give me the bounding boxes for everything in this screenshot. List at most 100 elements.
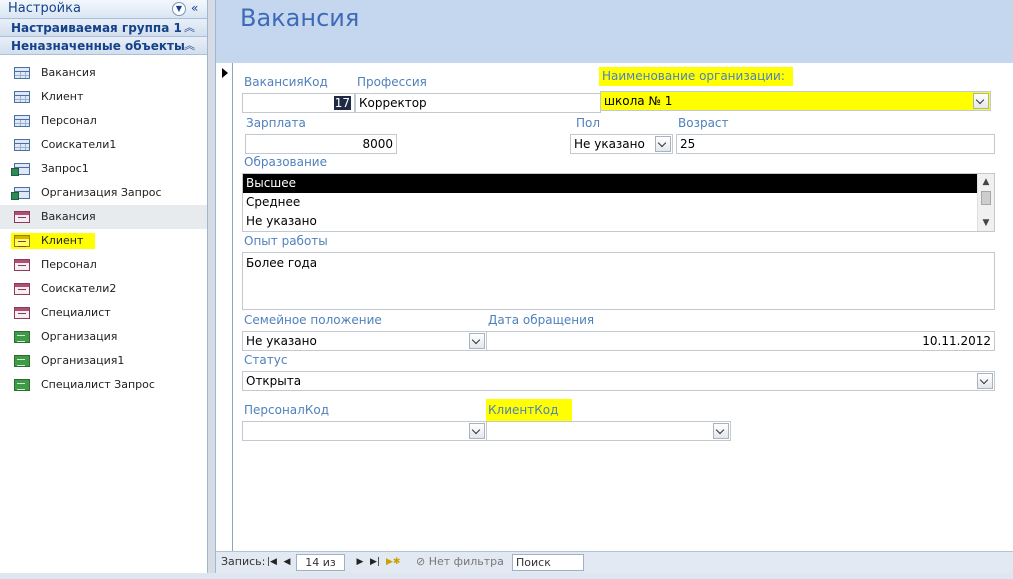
form-detail: ВакансияКод 17 Профессия Корректор Наиме… [234, 63, 1013, 551]
first-record-icon[interactable]: |◀ [266, 555, 278, 569]
nav-item-form-personal[interactable]: Персонал [0, 253, 207, 277]
chevron-down-icon[interactable] [973, 93, 989, 109]
age-field[interactable]: 25 [676, 134, 995, 154]
navigation-pane: Настройка ▼ « Настраиваемая группа 1 ︽ Н… [0, 0, 208, 579]
education-option[interactable]: Среднее [243, 193, 994, 212]
education-option[interactable]: Высшее [243, 174, 977, 193]
form-icon [14, 283, 30, 295]
client-code-combo[interactable] [486, 421, 731, 441]
nav-group-unassigned[interactable]: Неназначенные объекты ︽ [0, 37, 207, 55]
marital-status-label: Семейное положение [244, 313, 382, 327]
nav-item-label: Специалист [41, 306, 111, 319]
chevron-down-icon[interactable] [977, 373, 993, 389]
nav-group-label: Неназначенные объекты [11, 39, 185, 53]
new-record-icon[interactable]: ▶✱ [386, 555, 400, 569]
organization-combo[interactable]: школа № 1 [600, 91, 991, 111]
nav-item-label: Вакансия [41, 66, 96, 79]
report-icon [14, 379, 30, 391]
record-position-input[interactable]: 14 из 14 [296, 554, 345, 579]
organization-value: школа № 1 [604, 94, 673, 108]
status-label: Статус [244, 353, 288, 367]
search-input[interactable]: Поиск [512, 554, 584, 571]
vacancy-code-field[interactable]: 17 [242, 93, 355, 113]
nav-item-label: Клиент [41, 234, 84, 247]
request-date-value: 10.11.2012 [922, 334, 991, 348]
nav-item-form-soiskateli2[interactable]: Соискатели2 [0, 277, 207, 301]
nav-pane-header[interactable]: Настройка ▼ « [0, 0, 207, 19]
vacancy-code-label: ВакансияКод [244, 75, 328, 89]
query-icon [11, 163, 30, 176]
table-icon [14, 139, 30, 151]
nav-item-report-specialist-zapros[interactable]: Специалист Запрос [0, 373, 207, 397]
form-icon [14, 235, 30, 247]
age-value: 25 [680, 137, 696, 151]
nav-item-report-organizaciya1[interactable]: Организация1 [0, 349, 207, 373]
nav-item-label: Организация [41, 330, 118, 343]
scroll-down-icon[interactable]: ▼ [978, 215, 994, 231]
previous-record-icon[interactable]: ◀ [281, 555, 293, 569]
nav-item-table-personal[interactable]: Персонал [0, 109, 207, 133]
gender-combo[interactable]: Не указано [570, 134, 673, 154]
vacancy-code-value: 17 [333, 96, 351, 110]
scroll-up-icon[interactable]: ▲ [978, 174, 994, 190]
form-icon [14, 211, 30, 223]
nav-item-form-klient[interactable]: Клиент [0, 229, 207, 253]
nav-item-report-organizaciya[interactable]: Организация [0, 325, 207, 349]
query-icon [11, 187, 30, 200]
profession-field[interactable]: Корректор [355, 93, 601, 113]
education-listbox[interactable]: Высшее Среднее Не указано ▲ ▼ [242, 173, 995, 232]
gender-label: Пол [576, 116, 601, 130]
nav-item-label: Соискатели2 [41, 282, 117, 295]
education-option[interactable]: Не указано [243, 212, 994, 231]
nav-item-label: Клиент [41, 90, 84, 103]
scroll-thumb[interactable] [981, 191, 991, 205]
filter-off-icon: ⊘ [416, 555, 429, 568]
last-record-icon[interactable]: ▶| [369, 555, 381, 569]
nav-item-form-specialist[interactable]: Специалист [0, 301, 207, 325]
age-label: Возраст [678, 116, 729, 130]
status-combo[interactable]: Открыта [242, 371, 995, 391]
nav-item-label: Организация Запрос [41, 186, 162, 199]
salary-label: Зарплата [246, 116, 306, 130]
filter-status-button[interactable]: ⊘ Нет фильтра [416, 555, 504, 568]
nav-item-table-soiskateli1[interactable]: Соискатели1 [0, 133, 207, 157]
request-date-field[interactable]: 10.11.2012 [486, 331, 995, 351]
form-header: Вакансия [216, 0, 1013, 63]
chevron-up-icon[interactable]: ︽ [184, 37, 195, 55]
client-code-label: КлиентКод [488, 403, 559, 417]
nav-item-query-zapros1[interactable]: Запрос1 [0, 157, 207, 181]
nav-item-label: Соискатели1 [41, 138, 117, 151]
chevron-down-icon[interactable] [655, 136, 671, 152]
nav-item-label: Специалист Запрос [41, 378, 155, 391]
chevron-down-icon[interactable] [713, 423, 729, 439]
salary-field[interactable]: 8000 [245, 134, 397, 154]
chevron-down-icon[interactable] [469, 423, 485, 439]
table-icon [14, 67, 30, 79]
report-icon [14, 355, 30, 367]
form-icon [14, 259, 30, 271]
nav-item-form-vakansiya[interactable]: Вакансия [0, 205, 207, 229]
staff-code-combo[interactable] [242, 421, 487, 441]
nav-item-label: Вакансия [41, 210, 96, 223]
chevron-down-icon[interactable] [469, 333, 485, 349]
education-scrollbar[interactable]: ▲ ▼ [977, 174, 994, 231]
status-bar [0, 573, 1013, 579]
nav-group-custom-1[interactable]: Настраиваемая группа 1 ︽ [0, 19, 207, 37]
nav-item-table-klient[interactable]: Клиент [0, 85, 207, 109]
nav-group-label: Настраиваемая группа 1 [11, 21, 182, 35]
nav-menu-dropdown-icon[interactable]: ▼ [172, 2, 186, 16]
salary-value: 8000 [362, 137, 393, 151]
marital-status-value: Не указано [246, 334, 317, 348]
form-title: Вакансия [240, 4, 360, 32]
collapse-pane-icon[interactable]: « [191, 1, 198, 15]
next-record-icon[interactable]: ▶ [354, 555, 366, 569]
pane-splitter[interactable] [208, 0, 216, 579]
nav-item-table-vakansiya[interactable]: Вакансия [0, 61, 207, 85]
nav-pane-title: Настройка [8, 1, 81, 16]
nav-item-query-organizaciya[interactable]: Организация Запрос [0, 181, 207, 205]
record-selector[interactable] [216, 63, 233, 551]
nav-item-label: Организация1 [41, 354, 125, 367]
chevron-up-icon[interactable]: ︽ [184, 19, 195, 37]
experience-field[interactable]: Более года [242, 252, 995, 310]
marital-status-combo[interactable]: Не указано [242, 331, 487, 351]
